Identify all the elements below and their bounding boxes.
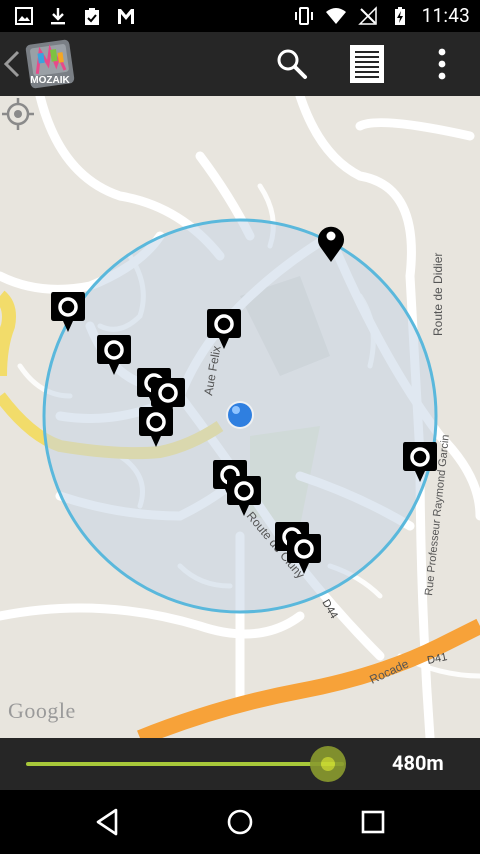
recents-square-icon[interactable] xyxy=(355,804,391,840)
clipboard-check-icon xyxy=(85,8,99,25)
status-bar: 11:43 xyxy=(0,0,480,32)
overflow-menu-icon xyxy=(438,48,446,80)
list-view-button[interactable] xyxy=(345,42,389,86)
locate-me-icon[interactable] xyxy=(0,96,36,132)
radius-slider-thumb[interactable] xyxy=(310,746,347,782)
search-icon xyxy=(277,49,307,79)
app-logo[interactable]: MOZAIK xyxy=(22,36,78,92)
back-chevron-icon[interactable] xyxy=(0,44,24,84)
download-icon xyxy=(51,8,65,25)
no-signal-icon xyxy=(357,5,377,25)
google-attribution: Google xyxy=(8,698,76,723)
logo-text: MOZAIK xyxy=(30,75,70,86)
image-icon xyxy=(15,7,33,25)
map-view[interactable]: Aue Felix Route de Didier Route de Cluny… xyxy=(0,96,480,738)
map-canvas: Aue Felix Route de Didier Route de Cluny… xyxy=(0,96,480,738)
vibrate-icon xyxy=(294,6,313,25)
gmail-icon xyxy=(118,9,134,24)
app-bar: MOZAIK xyxy=(0,32,480,96)
radius-slider-track[interactable] xyxy=(26,762,344,766)
wifi-icon xyxy=(325,7,346,24)
search-button[interactable] xyxy=(270,42,314,86)
radius-bar: 480m xyxy=(0,738,480,790)
status-time: 11:43 xyxy=(421,4,470,27)
battery-charging-icon xyxy=(394,6,405,25)
radius-value: 480m xyxy=(392,751,444,775)
navigation-bar xyxy=(0,790,480,854)
user-location-dot xyxy=(226,401,254,429)
road-label-didier: Route de Didier xyxy=(431,253,445,336)
home-circle-icon[interactable] xyxy=(222,804,258,840)
list-icon xyxy=(350,45,384,83)
back-triangle-icon[interactable] xyxy=(90,804,126,840)
overflow-menu-button[interactable] xyxy=(420,42,464,86)
